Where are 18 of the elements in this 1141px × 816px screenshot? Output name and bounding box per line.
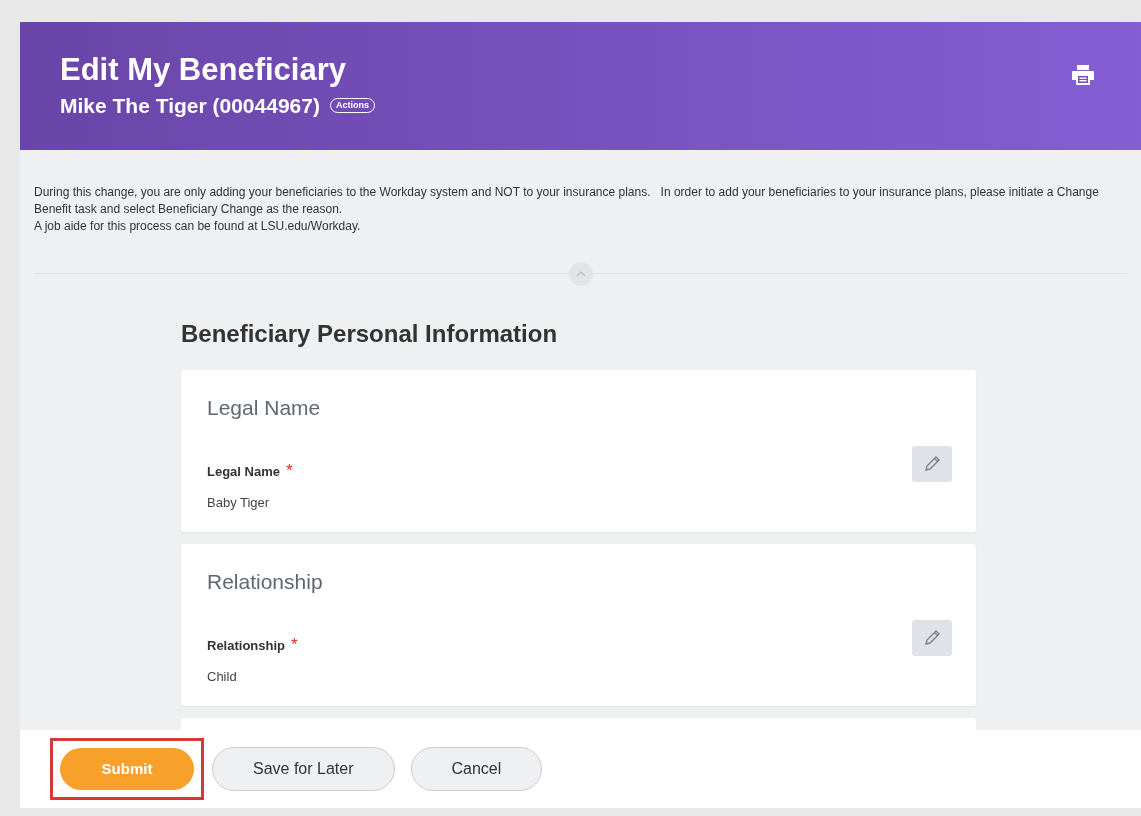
card-title: Legal Name bbox=[207, 395, 322, 421]
worker-name: Mike The Tiger (00044967) bbox=[60, 93, 320, 119]
field-value: Baby Tiger bbox=[207, 494, 271, 512]
required-mark: * bbox=[286, 464, 293, 479]
card-title: Relationship bbox=[207, 569, 324, 595]
section-title: Beneficiary Personal Information bbox=[181, 320, 559, 348]
required-mark: * bbox=[291, 638, 298, 653]
field-label: Legal Name bbox=[207, 462, 280, 481]
field-value: Child bbox=[207, 668, 238, 686]
printer-icon[interactable] bbox=[1071, 64, 1095, 86]
edit-button[interactable] bbox=[912, 619, 952, 656]
notice-text: During this change, you are only adding your beneficiaries to the Workday system and NOT to your insurance plans. In order to add your beneficiaries to your insurance plans, please initiate a Change Benefit task and select Beneficiary Change as the reason. bbox=[34, 184, 1100, 218]
notice-text: A job aide for this process can be found at LSU.edu/Workday. bbox=[34, 218, 362, 235]
secondary-button[interactable]: Cancel bbox=[410, 747, 543, 791]
edit-button[interactable] bbox=[912, 445, 952, 482]
page-title: Edit My Beneficiary bbox=[60, 52, 347, 88]
secondary-button[interactable]: Save for Later bbox=[212, 747, 395, 791]
field-label: Relationship bbox=[207, 636, 285, 655]
